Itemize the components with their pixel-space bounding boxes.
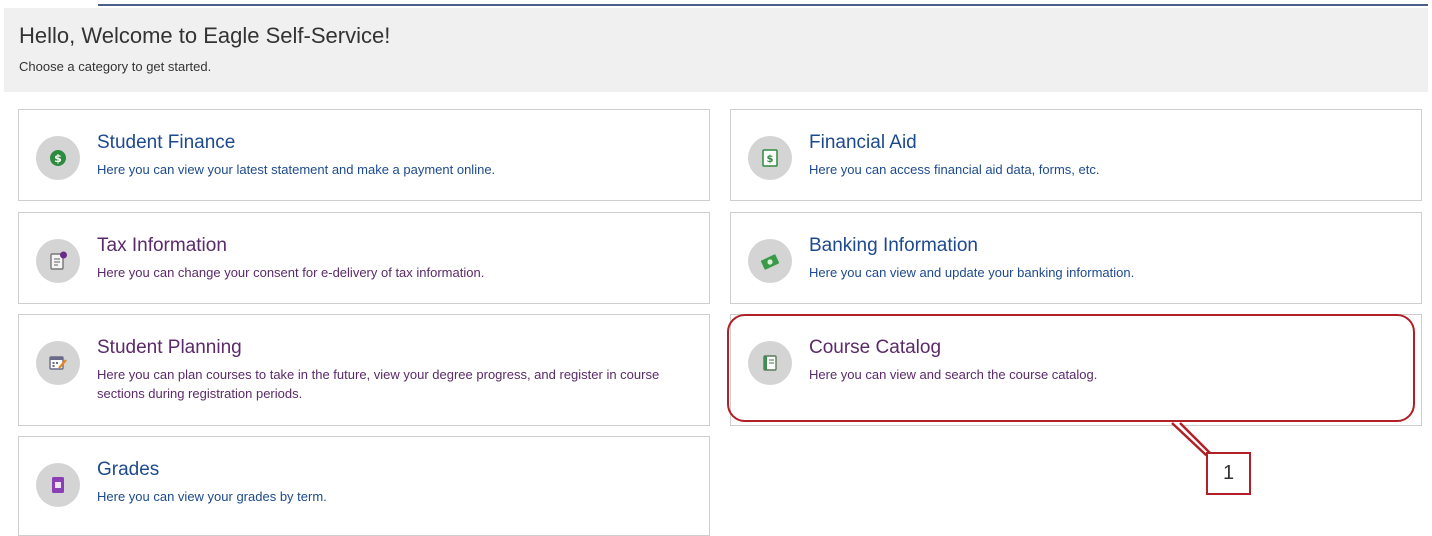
card-description: Here you can access financial aid data, … <box>809 162 1100 177</box>
card-description: Here you can view your grades by term. <box>97 489 327 504</box>
card-title: Student Finance <box>97 132 236 153</box>
card-title: Student Planning <box>97 337 242 358</box>
grade-report-icon <box>36 463 80 507</box>
card-financial-aid[interactable]: $ Financial Aid Here you can access fina… <box>730 109 1422 201</box>
money-document-icon: $ <box>748 136 792 180</box>
card-description: Here you can change your consent for e-d… <box>97 265 485 280</box>
svg-text:$: $ <box>54 152 62 165</box>
money-stack-icon <box>748 239 792 283</box>
card-banking-information[interactable]: Banking Information Here you can view an… <box>730 212 1422 304</box>
card-student-planning[interactable]: Student Planning Here you can plan cours… <box>18 314 710 426</box>
page-subtitle: Choose a category to get started. <box>19 59 212 74</box>
card-title: Banking Information <box>809 235 978 256</box>
welcome-header: Hello, Welcome to Eagle Self-Service! Ch… <box>4 8 1428 92</box>
card-description: Here you can view your latest statement … <box>97 162 496 177</box>
top-divider <box>98 4 1428 6</box>
page-title: Hello, Welcome to Eagle Self-Service! <box>19 23 391 48</box>
card-course-catalog[interactable]: Course Catalog Here you can view and sea… <box>730 314 1422 426</box>
card-student-finance[interactable]: $ Student Finance Here you can view your… <box>18 109 710 201</box>
card-title: Tax Information <box>97 235 227 256</box>
card-title: Grades <box>97 459 160 480</box>
card-description: Here you can view and search the course … <box>809 367 1098 382</box>
calendar-pencil-icon <box>36 341 80 385</box>
book-icon <box>748 341 792 385</box>
card-title: Course Catalog <box>809 337 942 358</box>
tax-document-icon <box>36 239 80 283</box>
callout-step-number: 1 <box>1206 452 1251 495</box>
card-description: Here you can view and update your bankin… <box>809 265 1135 280</box>
dollar-coin-icon: $ <box>36 136 80 180</box>
card-tax-information[interactable]: Tax Information Here you can change your… <box>18 212 710 304</box>
svg-text:$: $ <box>767 154 774 165</box>
card-description: Here you can plan courses to take in the… <box>97 367 660 401</box>
card-title: Financial Aid <box>809 132 917 153</box>
card-grades[interactable]: Grades Here you can view your grades by … <box>18 436 710 536</box>
